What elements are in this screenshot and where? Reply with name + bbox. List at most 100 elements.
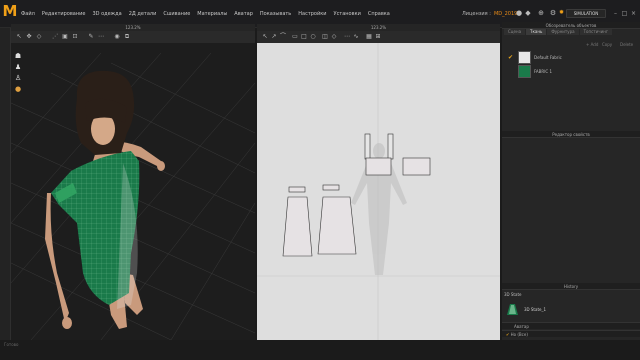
menu-item[interactable]: Справка bbox=[368, 11, 390, 17]
arrange-icon[interactable]: ▣ bbox=[61, 33, 69, 41]
rectangle-icon[interactable]: □ bbox=[300, 33, 308, 41]
skin-icon[interactable]: ● bbox=[14, 85, 22, 94]
free-sewing-icon[interactable]: ∿ bbox=[352, 33, 360, 41]
left-arm bbox=[45, 193, 69, 323]
tab-1[interactable]: Ткань bbox=[526, 29, 547, 35]
menu-item[interactable]: Сшивание bbox=[163, 11, 190, 17]
license-prefix: Лицензия : bbox=[462, 11, 491, 17]
tab-3[interactable]: Топстичинг bbox=[579, 29, 612, 35]
close-icon[interactable]: × bbox=[630, 10, 637, 17]
brush-icon[interactable]: ✎ bbox=[87, 33, 95, 41]
menu-item[interactable]: Настройки bbox=[298, 11, 326, 17]
history-item-label: 3D State_1 bbox=[524, 307, 547, 312]
left-tool-strip bbox=[0, 28, 11, 340]
bell-icon[interactable]: ● bbox=[515, 9, 523, 17]
license-user: MD_2019 bbox=[493, 11, 518, 17]
viewport-3d-canvas[interactable] bbox=[11, 43, 255, 340]
fabric-row[interactable]: FABRIC 1 bbox=[502, 64, 640, 80]
move-icon[interactable]: ✥ bbox=[25, 33, 33, 41]
menu-item[interactable]: Показывать bbox=[260, 11, 291, 17]
property-editor-title: Редактор свойств bbox=[502, 131, 640, 138]
menu-item[interactable]: 3D одежда bbox=[92, 11, 121, 17]
button-tool-icon[interactable]: ◉ bbox=[113, 33, 121, 41]
menu-item[interactable]: 2Д детали bbox=[129, 11, 157, 17]
object-browser-title: Обозреватель объектов bbox=[502, 22, 640, 29]
edit-texture-icon[interactable]: ▦ bbox=[365, 33, 373, 41]
stitch-icon[interactable]: ⋯ bbox=[97, 33, 105, 41]
select-mesh-icon[interactable]: ↖ bbox=[15, 33, 23, 41]
garment-state-icon bbox=[507, 304, 518, 315]
polygon-icon[interactable]: ▭ bbox=[291, 33, 299, 41]
pattern-skirt-front[interactable] bbox=[282, 196, 313, 257]
transform-pattern-icon[interactable]: ↖ bbox=[261, 33, 269, 41]
pattern-waistband-right[interactable] bbox=[322, 184, 340, 191]
fabric-action-0[interactable]: + Add bbox=[586, 41, 598, 48]
zipper-icon[interactable]: ⧉ bbox=[123, 33, 131, 41]
minimize-icon[interactable]: – bbox=[612, 10, 619, 17]
edit-pattern-icon[interactable]: ↗ bbox=[270, 33, 278, 41]
fabric-name: FABRIC 1 bbox=[534, 69, 552, 74]
check-icon: ✔ bbox=[508, 54, 514, 61]
fabric-swatch[interactable] bbox=[518, 51, 531, 64]
show-all-row-label: Но (Все) bbox=[510, 332, 528, 337]
check-icon: ✔ bbox=[506, 332, 510, 337]
object-browser-tabs: Сцена Ткань Фурнитура Топстичинг bbox=[502, 29, 640, 35]
pattern-strap-right[interactable] bbox=[387, 133, 394, 160]
fold-icon[interactable]: ⋰ bbox=[51, 33, 59, 41]
circle-icon[interactable]: ○ bbox=[309, 33, 317, 41]
viewport-3d[interactable]: 123.2% ↖ ✥ ◇ ⋰ ▣ ⊡ ✎ ⋯ ◉ ⧉ ☗ ♟ ♙ ● bbox=[11, 24, 255, 340]
pattern-strap-left[interactable] bbox=[364, 133, 371, 160]
globe-icon[interactable]: ⊕ bbox=[537, 9, 545, 17]
fabric-action-2[interactable]: Delete bbox=[620, 41, 633, 48]
garment-display-icon[interactable]: ♟ bbox=[14, 63, 22, 72]
app-window: M Файл Редактирование 3D одежда 2Д детали Сш… bbox=[0, 0, 640, 360]
status-text: Готово bbox=[4, 342, 19, 347]
viewport-2d[interactable]: 123.2% ↖ ↗ ⌒ ▭ □ ○ ◫ ◇ ⋯ ∿ ▦ ⊞ bbox=[257, 24, 500, 340]
avatar-row[interactable]: Аватар bbox=[502, 322, 640, 329]
avatar-scene bbox=[11, 52, 255, 340]
avatar-display-icon[interactable]: ☗ bbox=[14, 52, 22, 61]
viewport-2d-toolbar: ↖ ↗ ⌒ ▭ □ ○ ◫ ◇ ⋯ ∿ ▦ ⊞ bbox=[257, 31, 500, 43]
trace-icon[interactable]: ⊞ bbox=[374, 33, 382, 41]
right-panel: Обозреватель объектов Сцена Ткань Фурнитур… bbox=[502, 22, 640, 340]
cube-icon[interactable]: ◆ bbox=[524, 9, 532, 17]
pattern-waistband-left[interactable] bbox=[288, 186, 306, 193]
viewport-2d-zoom: 123.2% bbox=[257, 24, 500, 31]
pin-icon[interactable]: ◇ bbox=[35, 33, 43, 41]
tab-2[interactable]: Фурнитура bbox=[547, 29, 579, 35]
menu-item[interactable]: Материалы bbox=[197, 11, 227, 17]
viewport-3d-toolbar: ↖ ✥ ◇ ⋰ ▣ ⊡ ✎ ⋯ ◉ ⧉ bbox=[11, 31, 255, 43]
menu-item[interactable]: Аватар bbox=[234, 11, 253, 17]
pattern-skirt-back[interactable] bbox=[317, 196, 357, 255]
segment-sewing-icon[interactable]: ⋯ bbox=[343, 33, 351, 41]
license-info: Лицензия : MD_2019 bbox=[462, 11, 517, 17]
measure-icon[interactable]: ⊡ bbox=[71, 33, 79, 41]
camera-icon[interactable]: ♙ bbox=[14, 74, 22, 83]
edit-curvature-icon[interactable]: ⌒ bbox=[279, 33, 287, 41]
fabric-name: Default Fabric bbox=[534, 55, 562, 60]
pattern-board bbox=[257, 43, 500, 340]
history-section: 3D State bbox=[504, 292, 522, 297]
fabric-swatch[interactable] bbox=[518, 65, 531, 78]
dart-icon[interactable]: ◇ bbox=[330, 33, 338, 41]
tab-0[interactable]: Сцена bbox=[504, 29, 526, 35]
simulation-button[interactable]: SIMULATION bbox=[566, 9, 606, 18]
viewport-3d-side-tools: ☗ ♟ ♙ ● bbox=[14, 52, 22, 96]
internal-polygon-icon[interactable]: ◫ bbox=[321, 33, 329, 41]
pattern-bodice-back[interactable] bbox=[402, 157, 431, 176]
show-all-row[interactable]: ✔ Но (Все) bbox=[502, 330, 640, 337]
history-item[interactable]: 3D State_1 bbox=[506, 303, 636, 317]
maximize-icon[interactable]: □ bbox=[621, 10, 628, 17]
left-hand bbox=[62, 317, 72, 329]
settings-icon[interactable]: ⚙ bbox=[549, 9, 557, 17]
menu-item[interactable]: Установки bbox=[334, 11, 361, 17]
app-logo: M bbox=[2, 2, 18, 20]
pattern-bodice-front[interactable] bbox=[365, 157, 392, 176]
fabric-action-1[interactable]: Copy bbox=[602, 41, 612, 48]
menu-item[interactable]: Редактирование bbox=[42, 11, 86, 17]
right-hand bbox=[157, 161, 165, 171]
menu-item[interactable]: Файл bbox=[21, 11, 35, 17]
history-title: History bbox=[502, 283, 640, 290]
viewport-2d-canvas[interactable] bbox=[257, 43, 500, 340]
status-bar: Готово bbox=[0, 340, 640, 360]
